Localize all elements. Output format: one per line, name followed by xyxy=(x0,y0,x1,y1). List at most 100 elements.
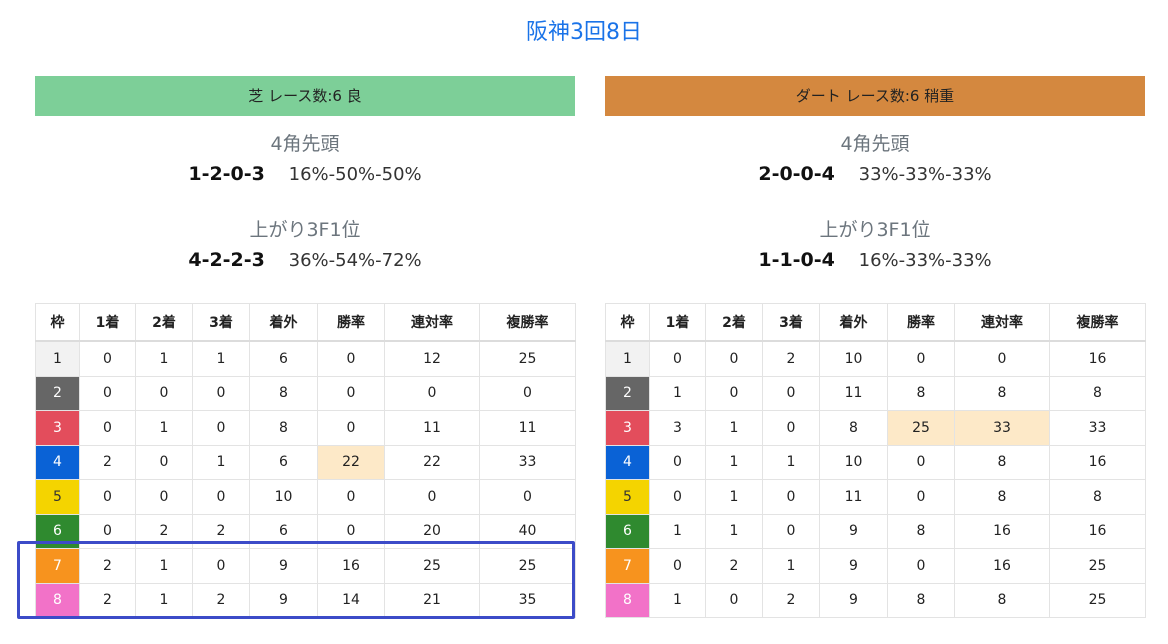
table-cell: 0 xyxy=(954,340,1050,377)
table-cell: 8 xyxy=(954,479,1050,515)
table-cell: 0 xyxy=(384,375,480,411)
table-cell: 9 xyxy=(249,582,318,618)
turf-panel: 芝 レース数:6 良 4角先頭 1-2-0-3 16%-50%-50% 上がり3… xyxy=(35,76,576,618)
waku-number-cell: 8 xyxy=(605,582,650,618)
column-header: 複勝率 xyxy=(1049,303,1146,342)
table-cell: 0 xyxy=(479,479,576,515)
table-cell: 33 xyxy=(954,410,1050,446)
table-cell: 0 xyxy=(705,375,763,411)
dirt-last3f-record: 1-1-0-4 xyxy=(758,249,835,271)
table-cell: 0 xyxy=(317,340,385,377)
table-cell: 0 xyxy=(317,513,385,549)
waku-number-cell: 8 xyxy=(35,582,80,618)
table-cell: 8 xyxy=(887,582,955,618)
table-cell: 1 xyxy=(135,410,193,446)
turf-last3f-stats: 4-2-2-3 36%-54%-72% xyxy=(35,244,575,276)
column-header: 3着 xyxy=(192,303,250,342)
table-row: 3 0 1 0 8 0 11 11 xyxy=(35,410,576,446)
column-header: 勝率 xyxy=(887,303,955,342)
column-header: 2着 xyxy=(705,303,763,342)
table-cell: 0 xyxy=(192,375,250,411)
waku-number-cell: 5 xyxy=(35,479,80,515)
table-cell: 1 xyxy=(192,444,250,480)
table-cell: 21 xyxy=(384,582,480,618)
table-cell: 0 xyxy=(479,375,576,411)
table-cell: 0 xyxy=(887,340,955,377)
table-cell: 25 xyxy=(384,548,480,584)
table-header-row: 枠 1着 2着 3着 着外 勝率 連対率 複勝率 xyxy=(605,303,1146,342)
waku-number-cell: 5 xyxy=(605,479,650,515)
table-cell: 22 xyxy=(384,444,480,480)
table-cell: 2 xyxy=(79,444,136,480)
table-row: 2 1 0 0 11 8 8 8 xyxy=(605,375,1146,411)
dirt-last3f-stats: 1-1-0-4 16%-33%-33% xyxy=(605,244,1145,276)
table-cell: 9 xyxy=(819,582,888,618)
table-cell: 1 xyxy=(705,513,763,549)
table-cell: 0 xyxy=(705,340,763,377)
table-cell: 0 xyxy=(79,410,136,446)
table-cell: 25 xyxy=(1049,548,1146,584)
dirt-corner-lead-label: 4角先頭 xyxy=(840,133,910,155)
table-row: 3 3 1 0 8 25 33 33 xyxy=(605,410,1146,446)
turf-header: 芝 レース数:6 良 xyxy=(35,76,575,116)
table-cell: 8 xyxy=(249,410,318,446)
waku-number-cell: 3 xyxy=(35,410,80,446)
table-cell: 40 xyxy=(479,513,576,549)
table-cell: 20 xyxy=(384,513,480,549)
table-cell: 8 xyxy=(249,375,318,411)
table-cell: 16 xyxy=(1049,513,1146,549)
table-cell: 10 xyxy=(819,444,888,480)
column-header: 複勝率 xyxy=(479,303,576,342)
table-row: 4 0 1 1 10 0 8 16 xyxy=(605,444,1146,480)
table-cell: 35 xyxy=(479,582,576,618)
table-cell: 10 xyxy=(819,340,888,377)
table-cell: 0 xyxy=(649,548,706,584)
table-cell: 9 xyxy=(249,548,318,584)
waku-number-cell: 4 xyxy=(35,444,80,480)
table-cell: 11 xyxy=(384,410,480,446)
table-cell: 2 xyxy=(192,513,250,549)
table-cell: 22 xyxy=(317,444,385,480)
dirt-corner-lead-stats: 2-0-0-4 33%-33%-33% xyxy=(605,158,1145,190)
column-header: 枠 xyxy=(35,303,80,342)
turf-corner-lead-label: 4角先頭 xyxy=(270,133,340,155)
waku-number-cell: 6 xyxy=(605,513,650,549)
table-cell: 2 xyxy=(79,548,136,584)
table-cell: 0 xyxy=(762,410,820,446)
table-cell: 0 xyxy=(384,479,480,515)
table-header-row: 枠 1着 2着 3着 着外 勝率 連対率 複勝率 xyxy=(35,303,576,342)
table-cell: 1 xyxy=(135,548,193,584)
table-cell: 1 xyxy=(762,444,820,480)
table-cell: 33 xyxy=(479,444,576,480)
table-cell: 1 xyxy=(135,582,193,618)
table-cell: 0 xyxy=(705,582,763,618)
table-row: 7 0 2 1 9 0 16 25 xyxy=(605,548,1146,584)
table-cell: 25 xyxy=(479,548,576,584)
table-cell: 8 xyxy=(954,375,1050,411)
table-cell: 0 xyxy=(887,479,955,515)
dirt-header: ダート レース数:6 稍重 xyxy=(605,76,1145,116)
table-cell: 8 xyxy=(819,410,888,446)
turf-last3f-record: 4-2-2-3 xyxy=(188,249,265,271)
waku-number-cell: 4 xyxy=(605,444,650,480)
column-header: 連対率 xyxy=(384,303,480,342)
table-cell: 2 xyxy=(762,582,820,618)
table-row: 4 2 0 1 6 22 22 33 xyxy=(35,444,576,480)
column-header: 枠 xyxy=(605,303,650,342)
table-cell: 16 xyxy=(954,548,1050,584)
dirt-corner-lead-rates: 33%-33%-33% xyxy=(858,164,992,185)
table-row: 5 0 1 0 11 0 8 8 xyxy=(605,479,1146,515)
table-cell: 2 xyxy=(79,582,136,618)
table-cell: 16 xyxy=(317,548,385,584)
column-header: 1着 xyxy=(649,303,706,342)
turf-waku-table: 枠 1着 2着 3着 着外 勝率 連対率 複勝率 1 0 1 1 6 0 12 25 2 0 0 0 8 0 0 0 3 0 1 0… xyxy=(35,303,576,618)
table-cell: 8 xyxy=(954,444,1050,480)
table-cell: 14 xyxy=(317,582,385,618)
table-cell: 8 xyxy=(887,513,955,549)
table-cell: 0 xyxy=(762,479,820,515)
table-cell: 1 xyxy=(192,340,250,377)
table-cell: 1 xyxy=(705,444,763,480)
table-cell: 1 xyxy=(649,513,706,549)
table-cell: 8 xyxy=(1049,479,1146,515)
table-cell: 9 xyxy=(819,513,888,549)
